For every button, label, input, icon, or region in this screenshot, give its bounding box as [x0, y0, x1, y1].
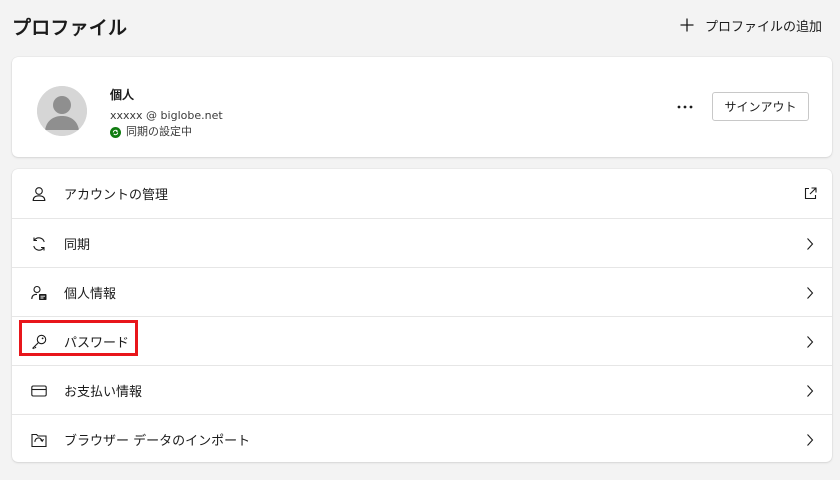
add-profile-button[interactable]: プロファイルの追加 — [679, 13, 822, 37]
external-link-icon — [802, 186, 818, 202]
page-header: プロファイル プロファイルの追加 — [0, 0, 840, 54]
menu-item-label: パスワード — [64, 336, 130, 351]
profile-card: 個人 xxxxx @ biglobe.net 同期の設定中 サインアウト — [12, 57, 832, 157]
avatar — [37, 86, 87, 136]
sync-status-icon — [110, 126, 121, 138]
menu-item-label: お支払い情報 — [64, 385, 143, 400]
key-icon — [29, 332, 49, 352]
more-icon — [677, 105, 693, 109]
menu-item-personal-info[interactable]: 個人情報 — [12, 267, 832, 317]
profile-info: 個人 xxxxx @ biglobe.net 同期の設定中 — [110, 87, 223, 139]
more-options-button[interactable] — [672, 95, 698, 119]
chevron-right-icon — [802, 236, 818, 252]
menu-item-label: 同期 — [64, 238, 91, 253]
plus-icon — [679, 17, 695, 33]
person-icon — [29, 184, 49, 204]
menu-item-label: 個人情報 — [64, 287, 117, 302]
menu-item-label: アカウントの管理 — [64, 188, 169, 203]
menu-item-passwords[interactable]: パスワード — [12, 316, 832, 366]
menu-item-import-browser-data[interactable]: ブラウザー データのインポート — [12, 414, 832, 464]
menu-item-account-management[interactable]: アカウントの管理 — [12, 169, 832, 218]
import-icon — [29, 430, 49, 450]
page-title: プロファイル — [12, 17, 128, 39]
sync-status-label: 同期の設定中 — [126, 125, 192, 138]
sync-status: 同期の設定中 — [110, 125, 223, 139]
sync-icon — [29, 234, 49, 254]
profile-name: 個人 — [110, 88, 135, 102]
signout-button[interactable]: サインアウト — [712, 92, 809, 121]
chevron-right-icon — [802, 334, 818, 350]
chevron-right-icon — [802, 432, 818, 448]
settings-menu: アカウントの管理 同期 個人情報 パスワード お支払い情報 ブラウザー データの… — [12, 169, 832, 462]
chevron-right-icon — [802, 383, 818, 399]
default-avatar-icon — [37, 86, 87, 136]
menu-item-label: ブラウザー データのインポート — [64, 434, 251, 449]
add-profile-label: プロファイルの追加 — [704, 19, 822, 35]
menu-item-sync[interactable]: 同期 — [12, 218, 832, 268]
profile-email: xxxxx @ biglobe.net — [110, 109, 223, 122]
chevron-right-icon — [802, 285, 818, 301]
menu-item-payment-info[interactable]: お支払い情報 — [12, 365, 832, 415]
personal-info-icon — [29, 283, 49, 303]
credit-card-icon — [29, 381, 49, 401]
